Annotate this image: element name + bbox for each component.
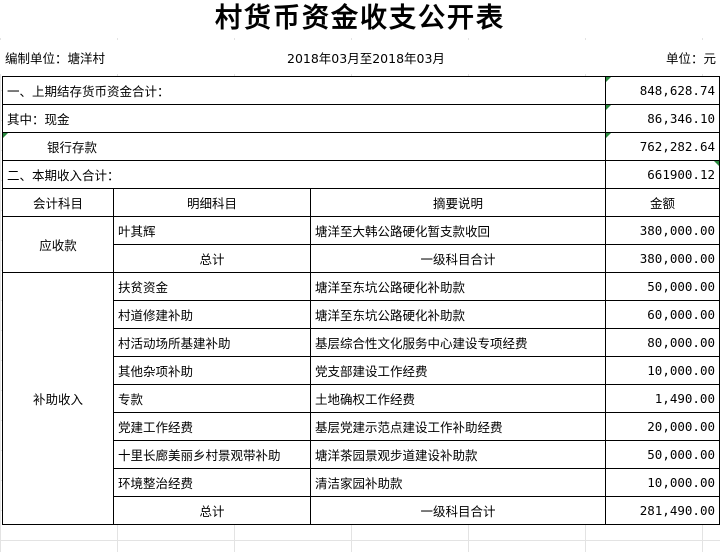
detail-cell[interactable]: 其他杂项补助: [113, 356, 311, 385]
summary-row-income: 二、本期收入合计： 661900.12: [2, 160, 720, 189]
amount-cell[interactable]: 80,000.00: [605, 328, 720, 357]
preparing-unit[interactable]: 编制单位：塘洋村: [5, 48, 105, 67]
description-cell[interactable]: 土地确权工作经费: [310, 384, 606, 413]
table-row: 应收款 叶其辉 塘洋至大韩公路硬化暂支款收回 380,000.00: [2, 216, 720, 273]
summary-row-cash: 其中：现金 86,346.10: [2, 104, 720, 133]
summary-row-prev-balance: 一、上期结存货币资金合计： 848,628.74: [2, 76, 720, 105]
account-receivables[interactable]: 应收款: [2, 216, 114, 273]
amount-cell[interactable]: 50,000.00: [605, 272, 720, 301]
cash-flow-table: 一、上期结存货币资金合计： 848,628.74 其中：现金 86,346.10…: [2, 76, 720, 525]
cash-value[interactable]: 86,346.10: [605, 104, 720, 133]
currency-unit[interactable]: 单位：元: [666, 48, 716, 67]
prev-balance-label[interactable]: 一、上期结存货币资金合计：: [2, 76, 606, 105]
total-label[interactable]: 总计: [113, 496, 311, 525]
report-period[interactable]: 2018年03月至2018年03月: [287, 48, 445, 67]
amount-cell[interactable]: 60,000.00: [605, 300, 720, 329]
account-subsidy-income[interactable]: 补助收入: [2, 272, 114, 525]
prev-balance-value[interactable]: 848,628.74: [605, 76, 720, 105]
income-value[interactable]: 661900.12: [605, 160, 720, 189]
amount-cell[interactable]: 380,000.00: [605, 216, 720, 245]
description-cell[interactable]: 塘洋至东坑公路硬化补助款: [310, 300, 606, 329]
total-label[interactable]: 总计: [113, 244, 311, 273]
amount-cell[interactable]: 10,000.00: [605, 468, 720, 497]
detail-cell[interactable]: 党建工作经费: [113, 412, 311, 441]
table-row: 补助收入 扶贫资金 塘洋至东坑公路硬化补助款 50,000.00: [2, 272, 720, 525]
col-header-detail[interactable]: 明细科目: [113, 188, 311, 217]
total-amount[interactable]: 281,490.00: [605, 496, 720, 525]
income-label[interactable]: 二、本期收入合计：: [2, 160, 606, 189]
bank-value[interactable]: 762,282.64: [605, 132, 720, 161]
description-cell[interactable]: 塘洋茶园景观步道建设补助款: [310, 440, 606, 469]
col-header-description[interactable]: 摘要说明: [310, 188, 606, 217]
col-header-amount[interactable]: 金额: [605, 188, 720, 217]
detail-cell[interactable]: 叶其辉: [113, 216, 311, 245]
detail-cell[interactable]: 村道修建补助: [113, 300, 311, 329]
bank-label[interactable]: 银行存款: [2, 132, 606, 161]
detail-cell[interactable]: 村活动场所基建补助: [113, 328, 311, 357]
detail-cell[interactable]: 环境整治经费: [113, 468, 311, 497]
total-description[interactable]: 一级科目合计: [310, 496, 606, 525]
detail-cell[interactable]: 扶贫资金: [113, 272, 311, 301]
summary-row-bank: 银行存款 762,282.64: [2, 132, 720, 161]
column-header-row: 会计科目 明细科目 摘要说明 金额: [2, 188, 720, 217]
amount-cell[interactable]: 10,000.00: [605, 356, 720, 385]
detail-cell[interactable]: 十里长廊美丽乡村景观带补助: [113, 440, 311, 469]
amount-cell[interactable]: 50,000.00: [605, 440, 720, 469]
description-cell[interactable]: 基层综合性文化服务中心建设专项经费: [310, 328, 606, 357]
total-description[interactable]: 一级科目合计: [310, 244, 606, 273]
total-amount[interactable]: 380,000.00: [605, 244, 720, 273]
description-cell[interactable]: 党支部建设工作经费: [310, 356, 606, 385]
description-cell[interactable]: 塘洋至东坑公路硬化补助款: [310, 272, 606, 301]
detail-cell[interactable]: 专款: [113, 384, 311, 413]
description-cell[interactable]: 清洁家园补助款: [310, 468, 606, 497]
description-cell[interactable]: 基层党建示范点建设工作补助经费: [310, 412, 606, 441]
col-header-account[interactable]: 会计科目: [2, 188, 114, 217]
cash-label[interactable]: 其中：现金: [2, 104, 606, 133]
report-header: 编制单位：塘洋村 2018年03月至2018年03月 单位：元: [0, 40, 720, 74]
amount-cell[interactable]: 1,490.00: [605, 384, 720, 413]
sheet-title[interactable]: 村货币资金收支公开表: [0, 0, 720, 38]
amount-cell[interactable]: 20,000.00: [605, 412, 720, 441]
description-cell[interactable]: 塘洋至大韩公路硬化暂支款收回: [310, 216, 606, 245]
